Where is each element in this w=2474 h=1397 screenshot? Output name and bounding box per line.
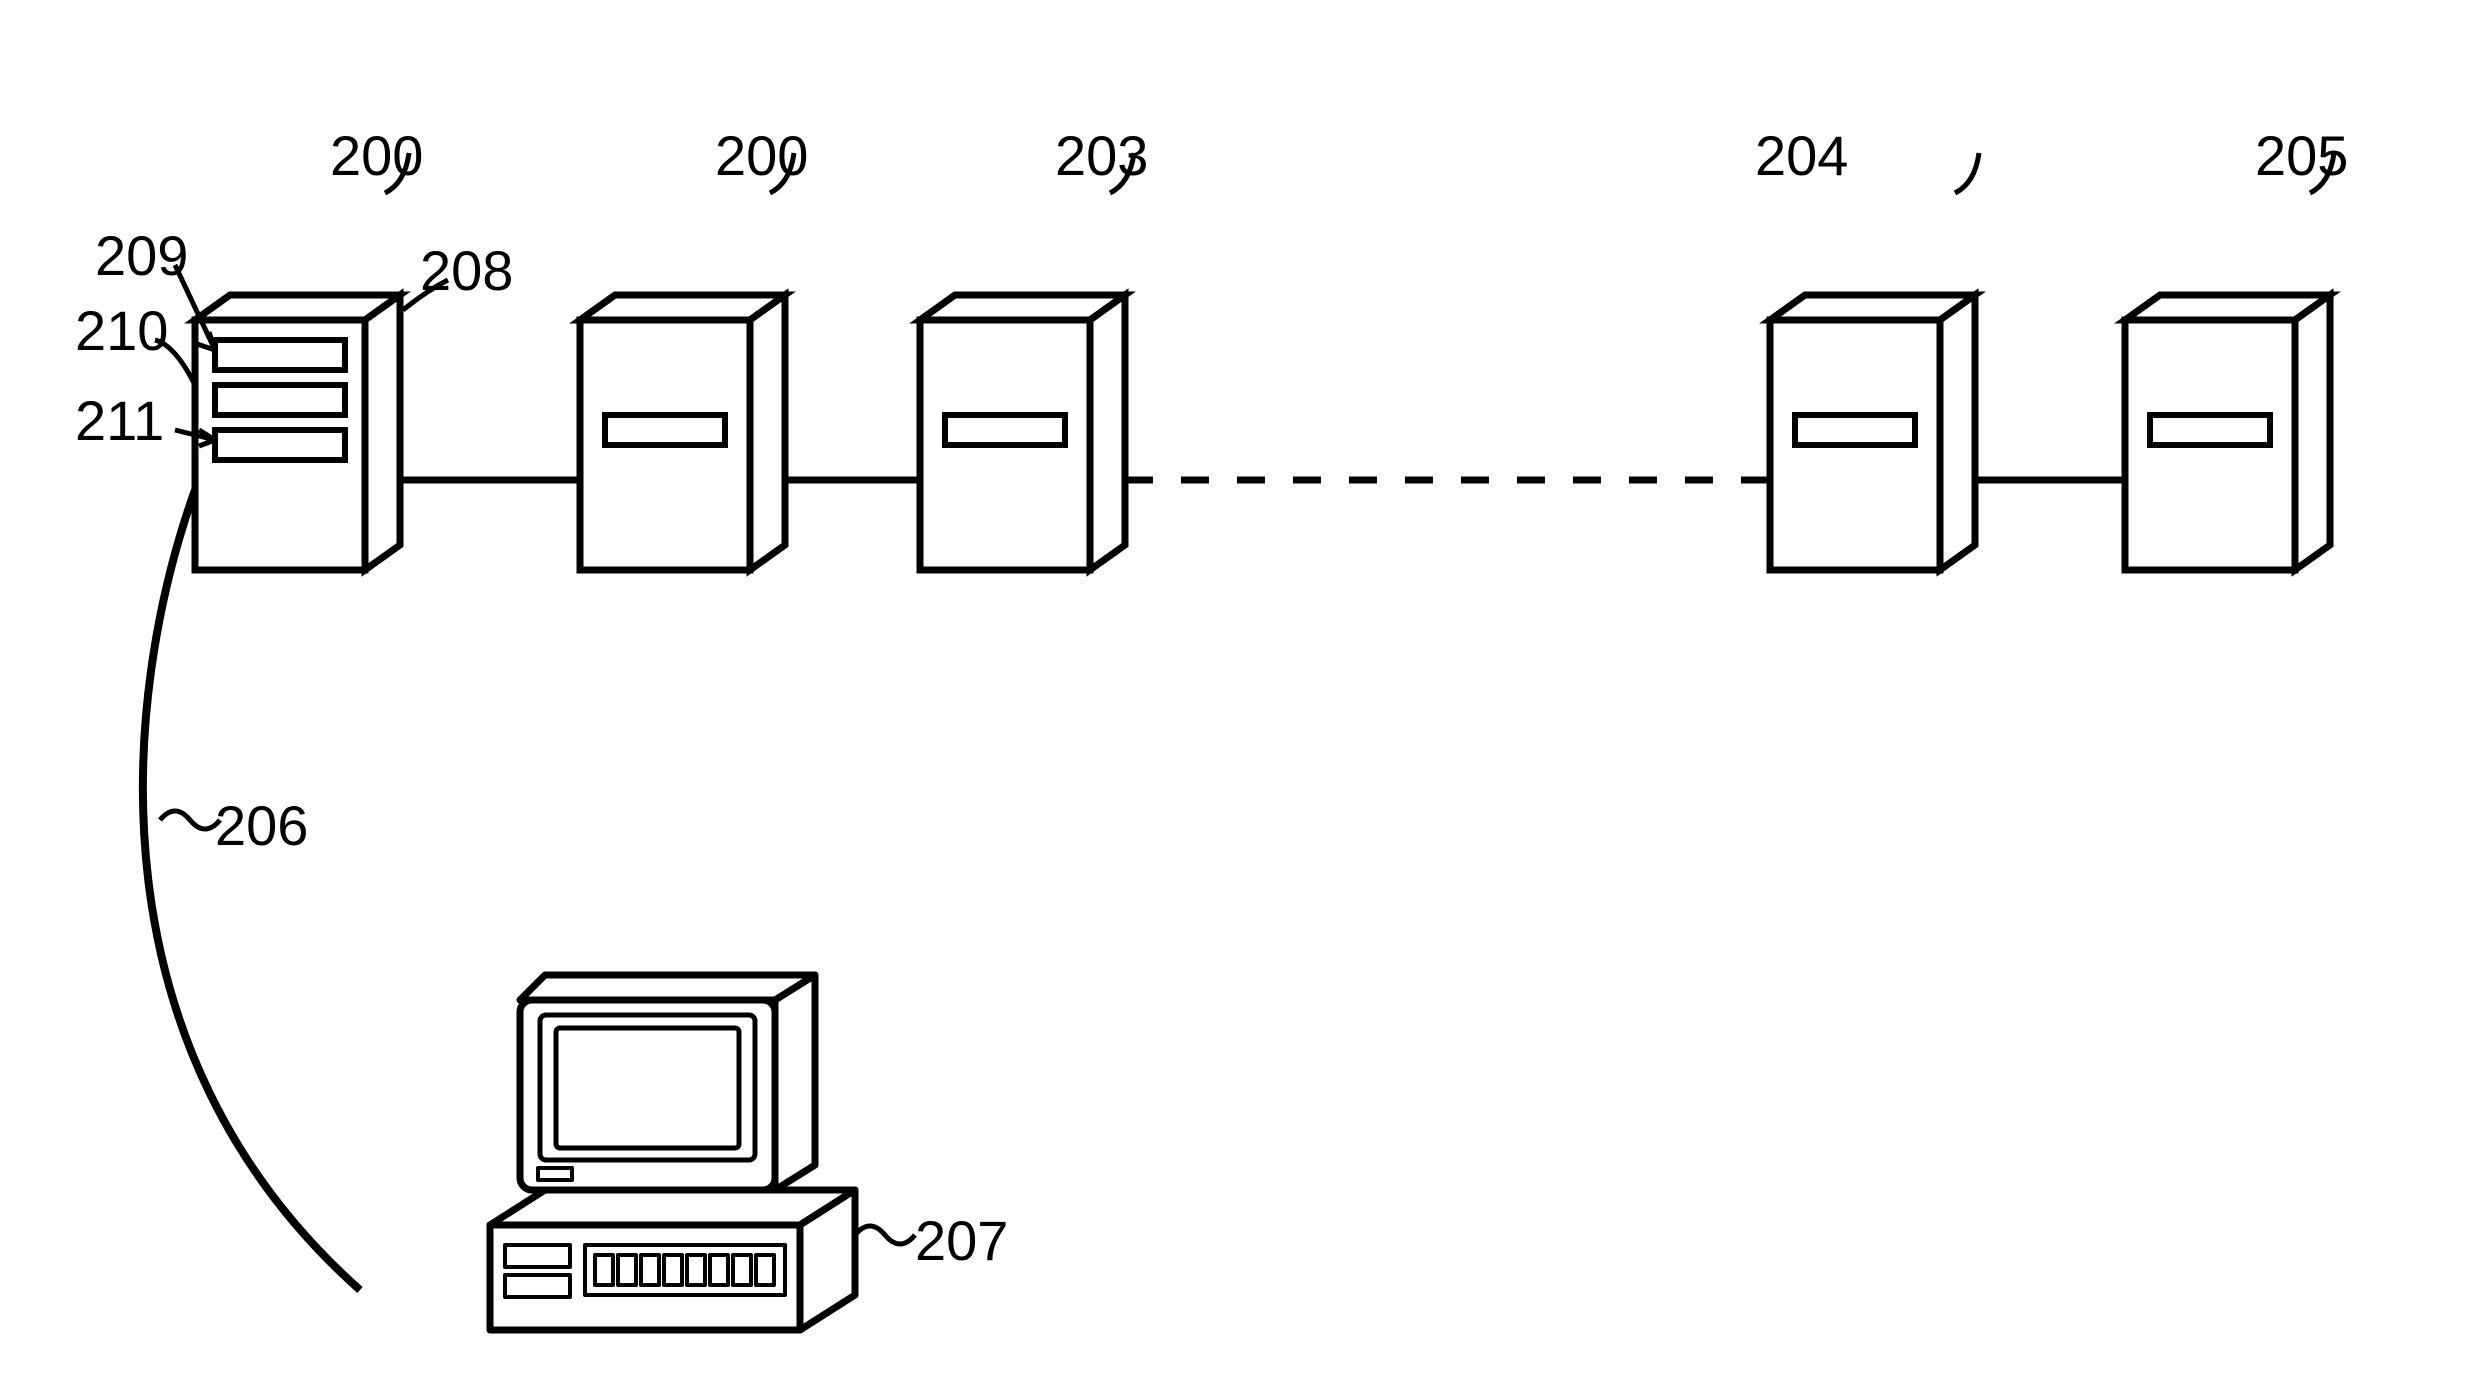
label-207: 207 [915,1209,1008,1272]
label-209: 209 [95,224,188,287]
network-diagram: 200 200 203 204 205 209 210 211 208 206 … [0,0,2474,1397]
label-208: 208 [420,239,513,302]
tower-3 [920,295,1125,570]
label-204: 204 [1755,124,1848,187]
label-200b: 200 [715,124,808,187]
tower-5 [2125,295,2330,570]
cable-206 [143,490,360,1290]
tower-2 [580,295,785,570]
label-206: 206 [215,794,308,857]
label-203: 203 [1055,124,1148,187]
label-210: 210 [75,299,168,362]
tower-1 [195,295,400,570]
ref-labels: 200 200 203 204 205 209 210 211 208 206 … [75,124,2348,1272]
label-205: 205 [2255,124,2348,187]
label-200a: 200 [330,124,423,187]
label-211: 211 [75,389,164,452]
tower-4 [1770,295,1975,570]
desktop-pc-207 [490,975,855,1330]
